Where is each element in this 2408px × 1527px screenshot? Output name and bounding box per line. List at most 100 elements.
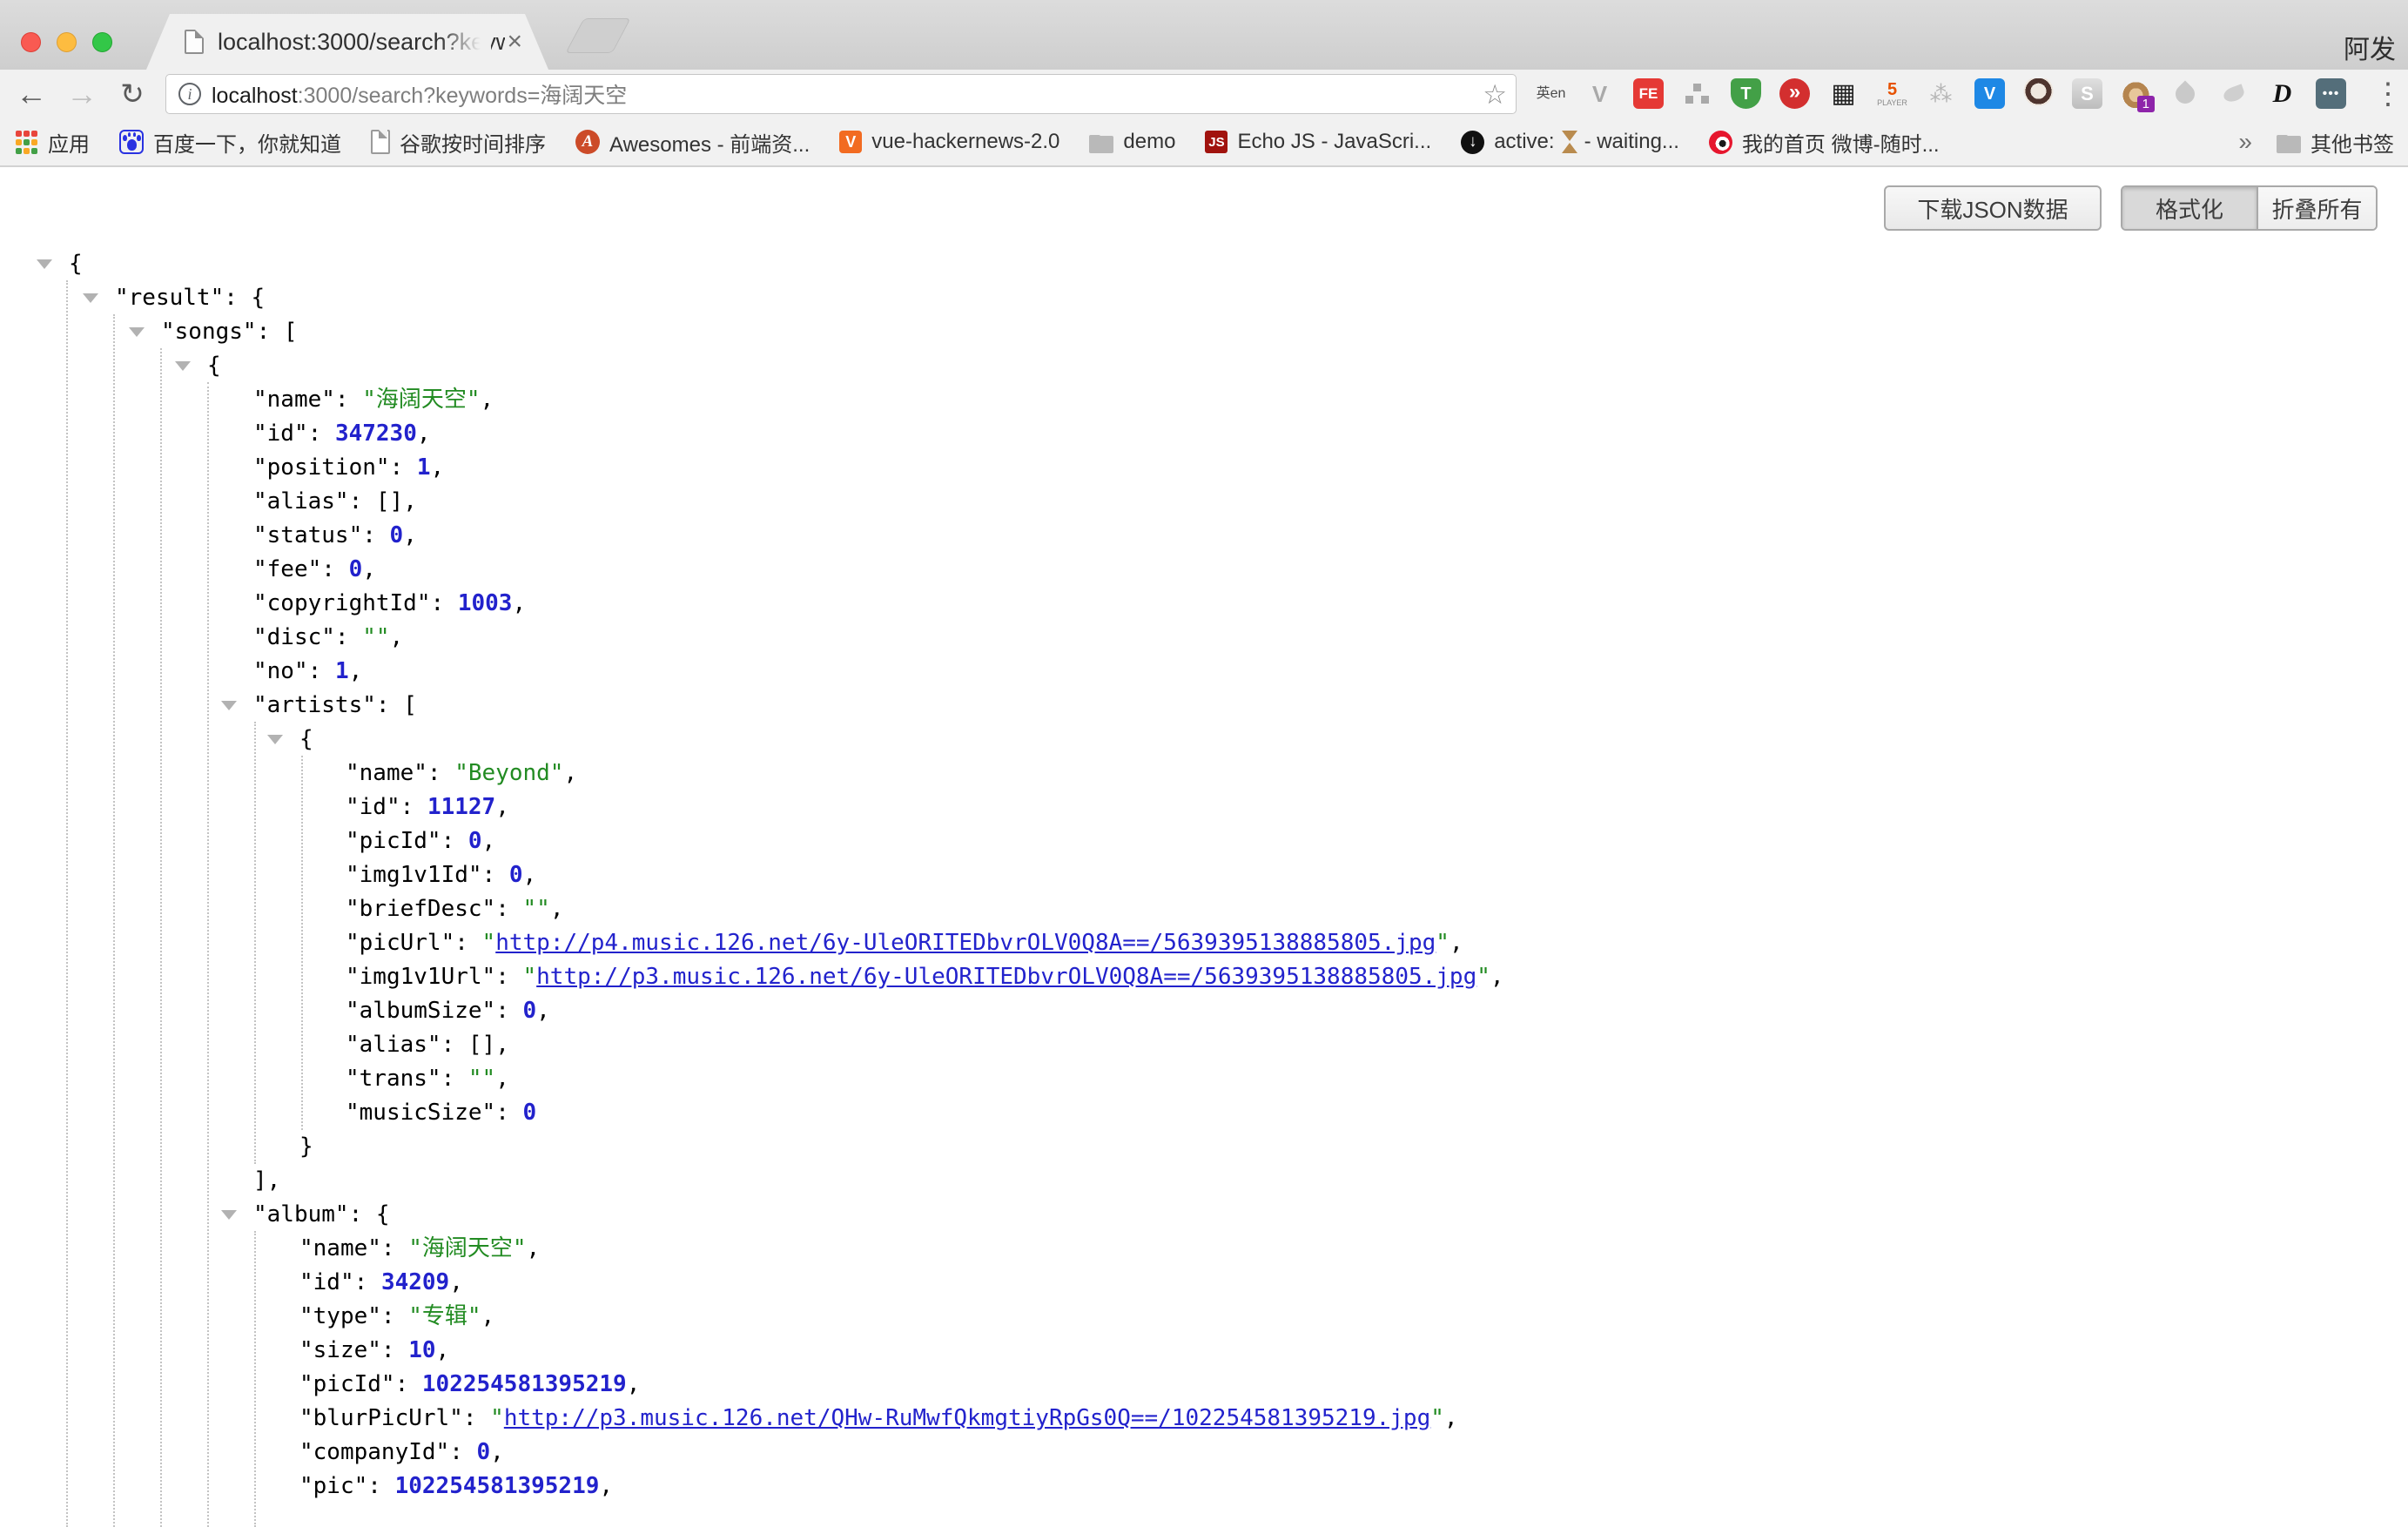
json-token: "专辑" <box>408 1303 481 1329</box>
json-token: : <box>395 1371 422 1397</box>
json-token: "songs" <box>161 319 257 345</box>
profile-name[interactable]: 阿发 <box>2344 28 2396 66</box>
collapse-all-button[interactable]: 折叠所有 <box>2258 187 2376 229</box>
json-token: : <box>482 862 509 888</box>
minimize-window-button[interactable] <box>57 32 77 52</box>
close-window-button[interactable] <box>21 32 41 52</box>
json-token: " <box>1476 964 1490 990</box>
hummingbird-icon[interactable] <box>2218 78 2249 109</box>
collapse-triangle-icon[interactable] <box>129 327 145 337</box>
json-token: "picId" <box>299 1371 395 1397</box>
video-speed-icon[interactable]: » <box>1779 78 1810 109</box>
monkey-icon[interactable]: 1 <box>2121 78 2151 109</box>
json-token: "status" <box>253 522 362 548</box>
json-token: : <box>390 454 417 481</box>
json-token: { <box>69 251 83 277</box>
json-token: 0 <box>390 522 404 548</box>
bookmark-google-time[interactable]: 谷歌按时间排序 <box>371 127 546 158</box>
collapse-triangle-icon[interactable] <box>221 701 237 710</box>
download-json-button[interactable]: 下载JSON数据 <box>1884 185 2102 231</box>
qrcode-icon[interactable]: ▦ <box>1828 78 1859 109</box>
sitemap-icon[interactable] <box>1682 78 1712 109</box>
collapse-triangle-icon[interactable] <box>83 293 98 303</box>
json-token: , <box>390 624 404 650</box>
zoom-window-button[interactable] <box>92 32 112 52</box>
format-button[interactable]: 格式化 <box>2122 187 2258 229</box>
json-token: "alias" <box>346 1032 441 1058</box>
new-tab-button[interactable] <box>565 18 630 53</box>
json-token: , <box>550 896 564 922</box>
json-token: 1 <box>335 658 349 684</box>
vue-devtools-icon[interactable]: V <box>1584 78 1615 109</box>
collapse-triangle-icon[interactable] <box>221 1210 237 1220</box>
d-letter-icon[interactable]: D <box>2267 78 2297 109</box>
json-token: "海阔天空" <box>362 387 480 413</box>
json-line: "id": 11127, <box>0 790 2408 824</box>
json-link[interactable]: http://p3.music.126.net/6y-UleORITEDbvrO… <box>536 964 1476 990</box>
other-bookmarks-folder[interactable]: 其他书签 <box>2277 127 2394 158</box>
bookmark-echojs[interactable]: JSEcho JS - JavaScri... <box>1205 130 1431 154</box>
bookmark-baidu[interactable]: 百度一下，你就知道 <box>119 127 341 158</box>
browser-menu-icon[interactable]: ⋮ <box>2373 77 2403 111</box>
json-token: "id" <box>253 420 308 447</box>
bookmark-label: 应用 <box>48 127 90 158</box>
tab-close-icon[interactable]: × <box>507 26 522 57</box>
bm-page-icon <box>371 130 390 154</box>
json-token: "" <box>523 896 550 922</box>
json-token: ], <box>253 1167 280 1194</box>
s-letter-icon[interactable]: S <box>2072 78 2102 109</box>
bm-active-icon: ↓ <box>1461 131 1484 154</box>
collapse-triangle-icon[interactable] <box>267 735 283 744</box>
bookmark-apps[interactable]: 应用 <box>14 127 90 158</box>
back-button[interactable]: ← <box>12 75 50 113</box>
address-bar[interactable]: i localhost:3000/search?keywords=海阔天空 ☆ <box>165 74 1517 114</box>
json-token: , <box>490 1439 504 1465</box>
onetab-icon[interactable]: ••• <box>2316 78 2346 109</box>
url-text[interactable]: localhost:3000/search?keywords=海阔天空 <box>212 78 627 110</box>
json-token: , <box>495 1066 509 1092</box>
mask-icon[interactable] <box>2023 78 2054 109</box>
bookmark-label: 百度一下，你就知道 <box>153 127 341 158</box>
collapse-triangle-icon[interactable] <box>175 361 191 371</box>
gray-bird-icon[interactable] <box>2169 78 2200 109</box>
json-token: : <box>362 522 389 548</box>
bookmark-star-icon[interactable]: ☆ <box>1483 79 1507 111</box>
bm-echojs-icon: JS <box>1205 131 1228 153</box>
json-link[interactable]: http://p3.music.126.net/QHw-RuMwfQkmgtiy… <box>504 1405 1430 1431</box>
html5-player-icon[interactable]: 5PLAYER <box>1877 78 1907 109</box>
json-line: "name": "海阔天空", <box>0 383 2408 417</box>
json-token: : <box>427 760 454 786</box>
json-line: { <box>0 247 2408 281</box>
json-line: "id": 34209, <box>0 1266 2408 1300</box>
json-link[interactable]: http://p4.music.126.net/6y-UleORITEDbvrO… <box>495 930 1436 956</box>
page-info-icon[interactable]: i <box>178 83 201 105</box>
bookmarks-overflow-icon[interactable]: » <box>2238 128 2252 156</box>
json-token: 102254581395219 <box>395 1473 600 1499</box>
navigation-toolbar: ← → ↻ i localhost:3000/search?keywords=海… <box>0 70 2408 118</box>
json-token: , <box>599 1473 613 1499</box>
other-bookmarks-label: 其他书签 <box>2310 127 2394 158</box>
json-token: , <box>523 862 537 888</box>
vimium-icon[interactable]: V <box>1974 78 2005 109</box>
json-line: "album": { <box>0 1198 2408 1232</box>
browser-tab[interactable]: localhost:3000/search?keywor × <box>146 14 548 70</box>
reload-button[interactable]: ↻ <box>113 75 151 113</box>
json-token: : <box>381 1337 408 1363</box>
paw-icon[interactable]: ⁂ <box>1926 78 1956 109</box>
json-token: "img1v1Url" <box>346 964 495 990</box>
bookmark-active[interactable]: ↓active:- waiting... <box>1461 130 1679 154</box>
translate-icon[interactable]: 英en <box>1536 78 1566 109</box>
bookmark-weibo[interactable]: 我的首页 微博-随时... <box>1709 127 1940 158</box>
json-line: "size": 10, <box>0 1334 2408 1368</box>
json-token: " <box>1430 1405 1444 1431</box>
bookmark-demo[interactable]: demo <box>1089 130 1175 154</box>
json-token: : <box>308 658 335 684</box>
bookmark-awesomes[interactable]: AAwesomes - 前端资... <box>575 127 810 158</box>
json-token: 0 <box>349 556 363 582</box>
json-line: "position": 1, <box>0 451 2408 485</box>
bookmark-vue-hackernews[interactable]: Vvue-hackernews-2.0 <box>839 130 1059 154</box>
collapse-triangle-icon[interactable] <box>37 259 52 269</box>
green-shield-icon[interactable]: T <box>1731 78 1761 109</box>
fe-icon[interactable]: FE <box>1633 78 1664 109</box>
json-token: , <box>449 1269 463 1295</box>
